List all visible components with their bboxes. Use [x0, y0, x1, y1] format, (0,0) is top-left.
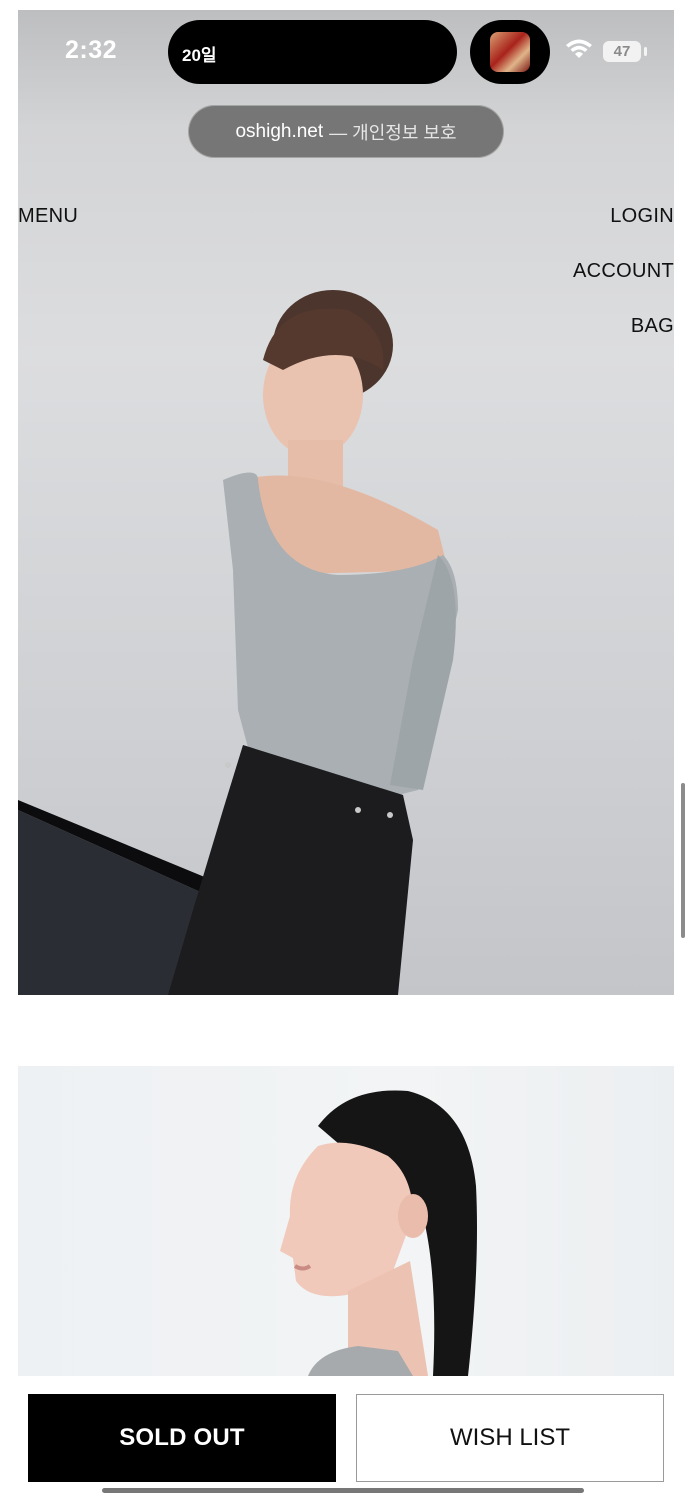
address-bar[interactable]: oshigh.net — 개인정보 보호 — [188, 105, 504, 158]
status-bar: 2:32 20일 47 — [0, 0, 692, 90]
home-indicator[interactable] — [102, 1488, 584, 1493]
live-activity-text: 20일 — [182, 46, 217, 65]
wifi-icon — [566, 39, 592, 58]
now-playing-island[interactable] — [470, 20, 550, 84]
product-photo-secondary — [18, 1066, 674, 1376]
url-domain: oshigh.net — [235, 120, 324, 142]
now-playing-artwork-icon — [490, 32, 530, 72]
sold-out-button[interactable]: SOLD OUT — [28, 1394, 336, 1482]
model-profile-photo — [280, 1090, 477, 1376]
account-link[interactable]: ACCOUNT — [573, 260, 674, 283]
battery-icon: 47 — [603, 41, 641, 62]
battery-cap — [644, 47, 647, 56]
status-time: 2:32 — [65, 36, 118, 64]
privacy-note: — 개인정보 보호 — [329, 122, 457, 143]
wish-list-button[interactable]: WISH LIST — [356, 1394, 664, 1482]
menu-link[interactable]: MENU — [18, 205, 78, 228]
login-link[interactable]: LOGIN — [610, 205, 674, 228]
purchase-action-bar: SOLD OUT WISH LIST — [0, 1376, 692, 1500]
bag-link[interactable]: BAG — [631, 315, 674, 338]
page-scrollbar[interactable] — [681, 783, 685, 938]
dynamic-island[interactable]: 20일 — [168, 20, 457, 84]
